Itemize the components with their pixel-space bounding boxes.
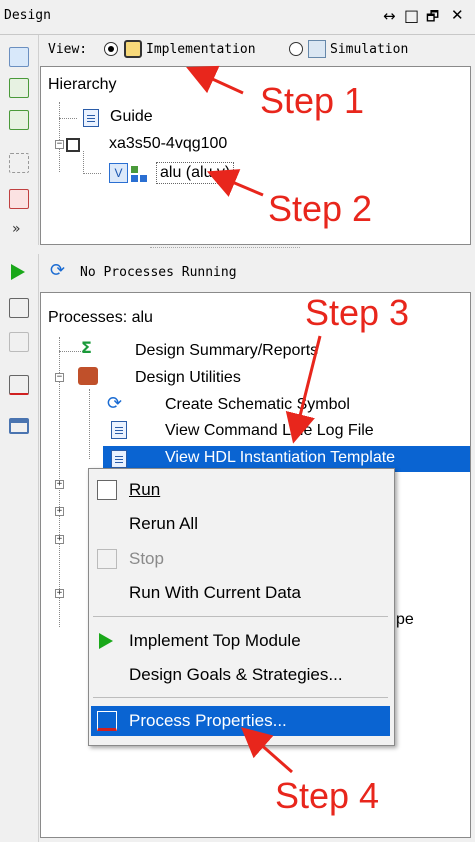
- step-1-annotation: Step 1: [260, 80, 365, 121]
- annotation-arrows: [186, 65, 322, 774]
- step-2-annotation: Step 2: [268, 188, 373, 229]
- step-4-annotation: Step 4: [275, 775, 380, 816]
- step3-arrow: [285, 335, 322, 444]
- step2-arrow: [206, 169, 264, 197]
- step4-arrow: [240, 727, 293, 774]
- step1-arrow: [186, 65, 244, 95]
- step-3-annotation: Step 3: [305, 292, 410, 333]
